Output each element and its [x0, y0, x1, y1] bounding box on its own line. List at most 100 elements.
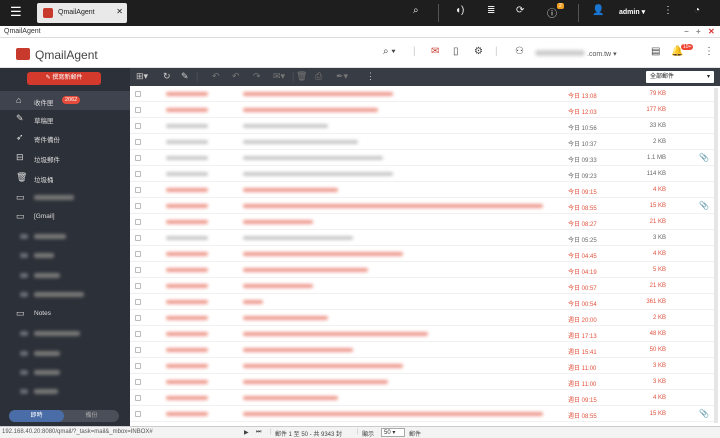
row-checkbox[interactable] [135, 395, 141, 401]
sidebar-item-folder[interactable] [0, 266, 130, 285]
compose-button[interactable]: ✎ 撰寫新郵件 [27, 72, 101, 85]
sidebar-item-folder[interactable] [0, 227, 130, 246]
print-icon[interactable]: ⎙ [315, 71, 322, 82]
maximize-icon[interactable]: + [696, 27, 701, 36]
move-mail-icon[interactable]: ✉▾ [273, 71, 285, 82]
email-row[interactable]: 今日 09:23 114 KB [130, 166, 716, 182]
mode-realtime[interactable]: 即時 [9, 410, 64, 422]
email-row[interactable]: 今日 08:55 15 KB 📎 [130, 198, 716, 214]
user-avatar-icon[interactable]: 👤 [592, 5, 604, 16]
more-icon[interactable]: ⋮ [663, 5, 673, 16]
account-email[interactable]: .com.tw ▾ [587, 50, 617, 58]
row-checkbox[interactable] [135, 107, 141, 113]
row-checkbox[interactable] [135, 267, 141, 273]
more-icon[interactable]: ⋮ [704, 46, 714, 57]
next-page-icon[interactable]: ▶ [244, 429, 249, 436]
email-row[interactable]: 今日 13:08 79 KB [130, 86, 716, 102]
sidebar-item-folder[interactable] [0, 382, 130, 401]
account-icon[interactable]: ⚇ [515, 46, 524, 57]
row-checkbox[interactable] [135, 411, 141, 417]
row-checkbox[interactable] [135, 91, 141, 97]
settings-gear-icon[interactable]: ⚙ [474, 46, 483, 57]
row-checkbox[interactable] [135, 203, 141, 209]
search-icon[interactable]: ⌕ [413, 5, 419, 16]
email-row[interactable]: 週日 17:13 48 KB [130, 326, 716, 342]
dashboard-icon[interactable]: ◔ [694, 5, 700, 16]
hamburger-menu-icon[interactable]: ☰ [10, 5, 22, 19]
app-tab-qmailagent[interactable]: QmailAgent ✕ [37, 3, 127, 23]
sidebar-item-trash[interactable]: 🗑 垃圾桶 [0, 168, 130, 187]
row-checkbox[interactable] [135, 171, 141, 177]
email-row[interactable]: 今日 00:54 361 KB [130, 294, 716, 310]
row-checkbox[interactable] [135, 123, 141, 129]
email-row[interactable]: 今日 09:15 4 KB [130, 182, 716, 198]
volume-icon[interactable]: ◖) [455, 5, 464, 16]
sidebar-item-folder[interactable] [0, 344, 130, 363]
storage-icon[interactable]: ▤ [651, 46, 660, 57]
email-row[interactable]: 週日 08:55 15 KB 📎 [130, 406, 716, 422]
mail-icon[interactable]: ✉ [431, 46, 439, 57]
sidebar-item-gmail[interactable]: ▭ [Gmail] [0, 207, 130, 226]
compose-icon[interactable]: ✎ [181, 71, 189, 82]
tag-icon[interactable]: ✒▾ [336, 71, 348, 82]
row-checkbox[interactable] [135, 187, 141, 193]
mode-backup[interactable]: 備份 [64, 410, 119, 422]
email-row[interactable]: 今日 04:19 5 KB [130, 262, 716, 278]
sidebar-item-folder[interactable]: ▭ [0, 188, 130, 207]
sidebar-item-folder[interactable] [0, 363, 130, 382]
row-checkbox[interactable] [135, 299, 141, 305]
sidebar-item-folder[interactable] [0, 324, 130, 343]
scrollbar[interactable] [714, 88, 718, 423]
email-row[interactable]: 週日 15:41 50 KB [130, 342, 716, 358]
sidebar-item-folder[interactable] [0, 285, 130, 304]
stack-icon[interactable]: ≣ [487, 5, 495, 16]
delete-icon[interactable]: 🗑 [296, 71, 307, 82]
info-icon[interactable]: ⓘ [547, 5, 557, 20]
refresh-icon[interactable]: ↻ [163, 71, 171, 82]
row-checkbox[interactable] [135, 139, 141, 145]
sidebar-item-folder[interactable] [0, 246, 130, 265]
row-checkbox[interactable] [135, 363, 141, 369]
email-row[interactable]: 週日 09:15 4 KB [130, 390, 716, 406]
row-checkbox[interactable] [135, 315, 141, 321]
close-window-icon[interactable]: ✕ [708, 27, 715, 36]
close-tab-icon[interactable]: ✕ [116, 7, 123, 16]
row-checkbox[interactable] [135, 331, 141, 337]
forward-icon[interactable]: ↷ [253, 71, 261, 82]
per-page-select[interactable]: 50 ▾ [381, 428, 405, 437]
contacts-icon[interactable]: ▯ [453, 46, 459, 57]
email-row[interactable]: 今日 12:03 177 KB [130, 102, 716, 118]
email-row[interactable]: 今日 04:45 4 KB [130, 246, 716, 262]
email-row[interactable]: 今日 10:56 33 KB [130, 118, 716, 134]
reply-icon[interactable]: ↶ [212, 71, 220, 82]
sync-icon[interactable]: ⟳ [516, 5, 524, 16]
email-row[interactable]: 週日 11:00 3 KB [130, 374, 716, 390]
last-page-icon[interactable]: ⏭ [256, 429, 261, 436]
sidebar-item-drafts[interactable]: ✎ 草稿匣 [0, 109, 130, 128]
row-checkbox[interactable] [135, 235, 141, 241]
sidebar-item-spam[interactable]: ⊟ 垃圾郵件 [0, 148, 130, 167]
email-row[interactable]: 今日 09:33 1.1 MB 📎 [130, 150, 716, 166]
row-checkbox[interactable] [135, 283, 141, 289]
email-row[interactable]: 今日 08:27 21 KB [130, 214, 716, 230]
row-checkbox[interactable] [135, 155, 141, 161]
sidebar-item-inbox[interactable]: ⌂ 收件匣 2062 [0, 91, 130, 110]
user-menu[interactable]: admin ▾ [619, 8, 645, 16]
email-row[interactable]: 週日 11:00 3 KB [130, 358, 716, 374]
sidebar-item-notes[interactable]: ▭ Notes [0, 304, 130, 323]
row-checkbox[interactable] [135, 219, 141, 225]
more-icon[interactable]: ⋮ [366, 71, 375, 82]
row-checkbox[interactable] [135, 251, 141, 257]
select-menu-icon[interactable]: ⊞▾ [136, 71, 148, 82]
email-row[interactable]: 今日 00:57 21 KB [130, 278, 716, 294]
filter-select[interactable]: 全部郵件 ▾ [646, 71, 714, 83]
email-row[interactable]: 今日 05:25 3 KB [130, 230, 716, 246]
email-row[interactable]: 今日 10:37 2 KB [130, 134, 716, 150]
minimize-icon[interactable]: − [684, 27, 689, 36]
sidebar-item-sent[interactable]: ➶ 寄件備份 [0, 128, 130, 147]
reply-all-icon[interactable]: ↶ [232, 71, 240, 82]
row-checkbox[interactable] [135, 347, 141, 353]
row-checkbox[interactable] [135, 379, 141, 385]
email-row[interactable]: 週日 20:00 2 KB [130, 310, 716, 326]
mode-toggle[interactable]: 即時 備份 [9, 410, 119, 422]
